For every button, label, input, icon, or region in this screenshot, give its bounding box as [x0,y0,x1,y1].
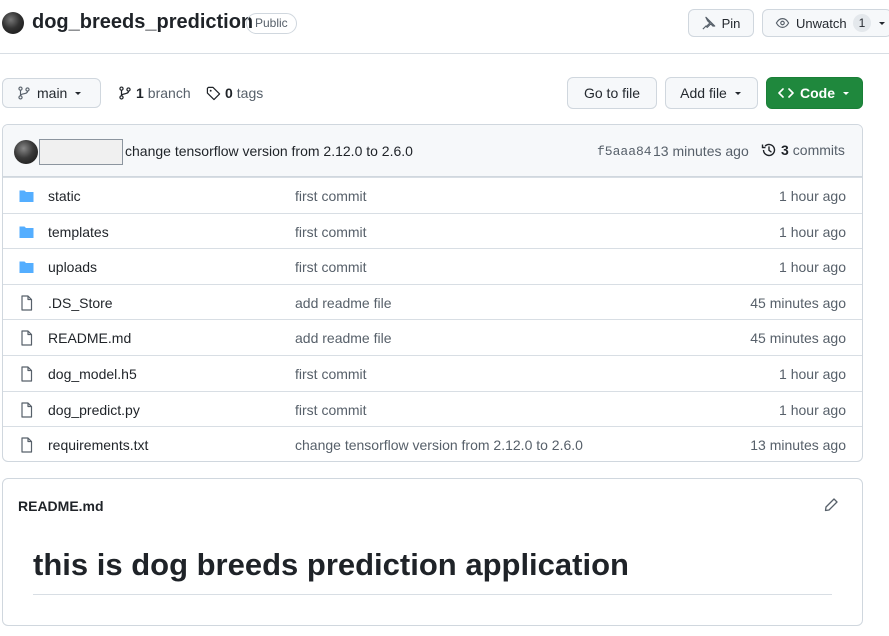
tag-count: 0 [225,85,233,101]
tag-icon [206,86,221,100]
pin-icon [702,16,715,30]
add-file-button[interactable]: Add file [665,77,758,109]
file-name[interactable]: dog_model.h5 [48,366,137,382]
file-name[interactable]: templates [48,224,109,240]
branch-icon [18,86,30,100]
folder-icon [18,259,35,275]
chevron-down-icon [75,92,82,95]
history-icon [761,143,776,157]
file-name[interactable]: dog_predict.py [48,402,140,418]
file-name[interactable]: README.md [48,330,131,346]
file-icon [18,366,35,382]
commits-link[interactable]: 3 commits [761,142,845,158]
file-icon [18,295,35,311]
file-commit-time: 1 hour ago [779,223,846,240]
watch-count: 1 [852,14,872,32]
visibility-badge: Public [246,13,297,34]
chevron-down-icon [843,92,849,95]
pin-label: Pin [721,15,741,31]
file-row[interactable]: templates first commit 1 hour ago [3,212,862,249]
file-browser: change tensorflow version from 2.12.0 to… [2,124,863,462]
file-commit-time: 1 hour ago [779,259,846,276]
commit-author-name-redacted [39,139,123,165]
file-commit-message[interactable]: first commit [295,224,367,240]
file-commit-time: 1 hour ago [779,366,846,382]
file-commit-message[interactable]: change tensorflow version from 2.12.0 to… [295,437,583,453]
file-commit-message[interactable]: first commit [295,366,367,382]
readme-heading: this is dog breeds prediction applicatio… [33,547,629,582]
commit-count: 3 [781,142,789,158]
chevron-down-icon [879,22,886,25]
branch-count: 1 [136,85,144,101]
chevron-down-icon [734,92,741,95]
file-name[interactable]: .DS_Store [48,295,113,311]
add-file-label: Add file [680,85,727,101]
folder-icon [18,224,35,240]
file-commit-time: 45 minutes ago [750,330,846,347]
file-commit-message[interactable]: first commit [295,188,367,204]
code-button[interactable]: Code [766,77,863,109]
commit-author-avatar[interactable] [14,140,38,164]
file-name[interactable]: requirements.txt [48,437,148,453]
file-name[interactable]: uploads [48,259,97,275]
tags-link[interactable]: 0 tags [206,85,263,101]
file-row[interactable]: README.md add readme file 45 minutes ago [3,319,862,355]
latest-commit-bar: change tensorflow version from 2.12.0 to… [3,125,862,177]
owner-avatar[interactable] [2,12,24,34]
branch-selector[interactable]: main [2,78,101,108]
file-commit-message[interactable]: add readme file [295,295,392,311]
commit-label: commits [792,142,845,158]
file-icon [18,437,35,453]
commit-time: 13 minutes ago [653,143,749,159]
eye-icon [775,18,790,28]
pencil-icon[interactable] [823,497,839,513]
unwatch-button[interactable]: Unwatch 1 [762,9,889,37]
latest-commit-message[interactable]: change tensorflow version from 2.12.0 to… [125,143,413,159]
file-commit-time: 1 hour ago [779,401,846,418]
branches-link[interactable]: 1 branch [118,85,191,101]
readme-title[interactable]: README.md [18,498,104,514]
file-commit-time: 45 minutes ago [750,294,846,311]
file-commit-message[interactable]: first commit [295,402,367,418]
unwatch-label: Unwatch [796,15,847,31]
file-commit-time: 13 minutes ago [750,437,846,454]
code-icon [778,88,794,98]
folder-icon [18,188,35,204]
file-commit-time: 1 hour ago [779,188,846,204]
readme-panel: README.md this is dog breeds prediction … [2,478,863,626]
file-row[interactable]: dog_predict.py first commit 1 hour ago [3,390,862,427]
file-row[interactable]: uploads first commit 1 hour ago [3,248,862,284]
file-row[interactable]: .DS_Store add readme file 45 minutes ago [3,283,862,320]
branch-icon [119,86,131,100]
repo-header: dog_breeds_prediction Public Pin Unwatch… [0,0,889,54]
heading-divider [33,594,832,595]
commit-sha[interactable]: f5aaa84 [597,144,652,159]
pin-button[interactable]: Pin [688,9,754,37]
file-commit-message[interactable]: add readme file [295,330,392,346]
code-label: Code [800,85,835,101]
tag-label: tags [236,85,264,101]
file-icon [18,401,35,418]
file-row[interactable]: requirements.txt change tensorflow versio… [3,426,862,461]
go-to-file-button[interactable]: Go to file [567,77,657,109]
branch-label: branch [147,85,191,101]
repo-name[interactable]: dog_breeds_prediction [32,11,253,34]
file-row[interactable]: dog_model.h5 first commit 1 hour ago [3,355,862,391]
branch-name: main [37,85,68,101]
file-name[interactable]: static [48,188,81,204]
file-icon [18,330,35,346]
file-row[interactable]: static first commit 1 hour ago [3,177,862,213]
file-commit-message[interactable]: first commit [295,259,367,275]
